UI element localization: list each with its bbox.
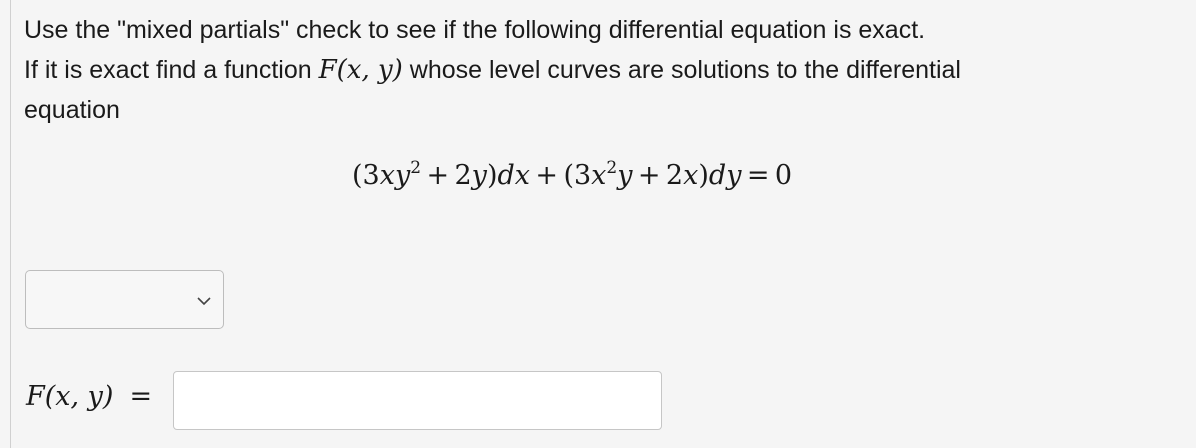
question-text: Use the "mixed partials" check to see if… — [24, 10, 1174, 130]
chevron-down-icon — [197, 297, 211, 306]
exactness-select[interactable] — [25, 270, 224, 329]
question-line-2: If it is exact find a function F(x, y) w… — [24, 50, 1174, 90]
question-line-2-end: whose level curves are solutions to the … — [402, 56, 961, 84]
question-line-3: equation — [24, 96, 120, 124]
left-border — [10, 0, 11, 448]
equals-sign: = — [129, 381, 153, 412]
function-notation: F(x, y) — [318, 55, 403, 85]
answer-function-label: F(x, y) — [26, 381, 114, 412]
question-line-1: Use the "mixed partials" check to see if… — [24, 16, 926, 44]
differential-equation: (3xy2 + 2y)dx + (3x2y + 2x)dy = 0 — [352, 158, 793, 192]
answer-label: F(x, y) = — [26, 381, 152, 412]
question-line-2-start: If it is exact find a function — [24, 56, 319, 84]
answer-input[interactable] — [173, 371, 662, 430]
